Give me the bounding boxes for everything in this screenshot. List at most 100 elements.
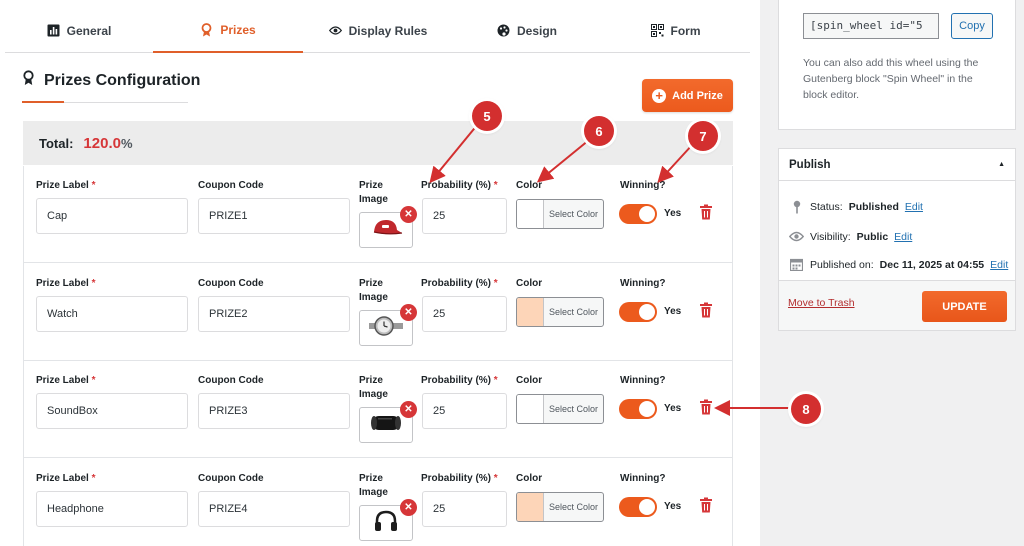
delete-prize-icon[interactable] — [699, 497, 713, 513]
delete-prize-icon[interactable] — [699, 399, 713, 415]
caret-up-icon[interactable]: ▲ — [998, 161, 1005, 168]
winning-yes-label: Yes — [664, 403, 682, 414]
prize-label-input[interactable]: SoundBox — [36, 393, 188, 429]
winning-heading: Winning? — [620, 375, 666, 386]
remove-image-icon[interactable]: ✕ — [400, 499, 417, 516]
winning-yes-label: Yes — [664, 208, 682, 219]
winning-heading: Winning? — [620, 473, 666, 484]
remove-image-icon[interactable]: ✕ — [400, 206, 417, 223]
update-button[interactable]: UPDATE — [922, 291, 1007, 322]
status-value: Published — [848, 200, 899, 213]
annotation-marker-6: 6 — [584, 116, 614, 146]
toggle-knob — [639, 499, 655, 515]
select-color-label: Select Color — [548, 404, 599, 414]
color-picker-button[interactable]: Select Color — [516, 492, 604, 522]
status-edit-link[interactable]: Edit — [905, 201, 923, 213]
winning-toggle[interactable] — [619, 497, 657, 517]
probability-input[interactable]: 25 — [422, 491, 507, 527]
eye-icon — [789, 229, 804, 244]
remove-image-icon[interactable]: ✕ — [400, 304, 417, 321]
add-prize-button[interactable]: + Add Prize — [642, 79, 733, 112]
winning-toggle[interactable] — [619, 399, 657, 419]
toggle-knob — [639, 206, 655, 222]
shortcode-field[interactable]: [spin_wheel id="5 — [803, 13, 939, 39]
prize-row: Prize Label * Cap Coupon Code PRIZE1 Prize I… — [24, 166, 732, 263]
qr-icon — [650, 24, 664, 37]
color-picker-button[interactable]: Select Color — [516, 199, 604, 229]
published-edit-link[interactable]: Edit — [990, 259, 1008, 271]
coupon-code-heading: Coupon Code — [198, 375, 264, 386]
cap-icon — [369, 217, 403, 244]
visibility-value: Public — [856, 230, 889, 243]
copy-button[interactable]: Copy — [951, 13, 993, 39]
coupon-code-heading: Coupon Code — [198, 180, 264, 191]
coupon-code-input[interactable]: PRIZE2 — [198, 296, 350, 332]
visibility-edit-link[interactable]: Edit — [894, 231, 912, 243]
prize-label-heading: Prize Label * — [36, 473, 96, 484]
tab-label: General — [66, 23, 112, 38]
tab-design[interactable]: Design — [453, 8, 601, 53]
color-picker-button[interactable]: Select Color — [516, 394, 604, 424]
color-heading: Color — [516, 473, 543, 484]
published-value: Dec 11, 2025 at 04:55 — [879, 258, 985, 271]
toggle-knob — [639, 304, 655, 320]
coupon-code-input[interactable]: PRIZE1 — [198, 198, 350, 234]
tab-prizes[interactable]: Prizes — [153, 8, 303, 53]
tab-label: Form — [670, 23, 701, 38]
probability-heading: Probability (%) * — [421, 375, 498, 386]
tab-form[interactable]: Form — [601, 8, 750, 53]
prize-label-input[interactable]: Cap — [36, 198, 188, 234]
plus-icon: + — [652, 88, 667, 103]
color-heading: Color — [516, 375, 543, 386]
prize-label-heading: Prize Label * — [36, 180, 96, 191]
select-color-label: Select Color — [548, 307, 599, 317]
total-label: Total: — [39, 135, 74, 151]
headphone-icon — [373, 509, 399, 538]
winning-toggle[interactable] — [619, 204, 657, 224]
prize-label-heading: Prize Label * — [36, 375, 96, 386]
winning-yes-label: Yes — [664, 306, 682, 317]
page-title: Prizes Configuration — [22, 70, 200, 91]
probability-input[interactable]: 25 — [422, 296, 507, 332]
tab-label: Prizes — [220, 22, 256, 37]
award-icon — [22, 70, 35, 91]
pin-icon — [789, 199, 804, 214]
shortcode-box: [spin_wheel id="5 Copy You can also add … — [778, 0, 1016, 130]
total-bar: Total: 120.0 % — [23, 121, 733, 165]
total-value: 120.0 — [83, 134, 121, 152]
coupon-code-heading: Coupon Code — [198, 473, 264, 484]
visibility-line: Visibility: Public Edit — [789, 229, 912, 244]
probability-input[interactable]: 25 — [422, 393, 507, 429]
delete-prize-icon[interactable] — [699, 204, 713, 220]
delete-prize-icon[interactable] — [699, 302, 713, 318]
probability-heading: Probability (%) * — [421, 180, 498, 191]
tab-label: Display Rules — [348, 23, 428, 38]
add-prize-label: Add Prize — [672, 89, 723, 102]
color-heading: Color — [516, 180, 543, 191]
color-swatch — [517, 298, 544, 326]
remove-image-icon[interactable]: ✕ — [400, 401, 417, 418]
publish-header[interactable]: Publish ▲ — [779, 149, 1015, 181]
color-picker-button[interactable]: Select Color — [516, 297, 604, 327]
winning-toggle[interactable] — [619, 302, 657, 322]
probability-heading: Probability (%) * — [421, 278, 498, 289]
prize-row: Prize Label * Headphone Coupon Code PRIZE4 P… — [24, 459, 732, 546]
annotation-marker-5: 5 — [472, 101, 502, 131]
tab-general[interactable]: General — [5, 8, 153, 53]
coupon-code-input[interactable]: PRIZE3 — [198, 393, 350, 429]
prize-image-heading: Prize Image — [359, 278, 388, 303]
prize-label-input[interactable]: Headphone — [36, 491, 188, 527]
prize-label-input[interactable]: Watch — [36, 296, 188, 332]
watch-icon — [369, 314, 403, 343]
main-panel: General Prizes Display Rules Design Form — [0, 0, 760, 546]
published-on-line: Published on: Dec 11, 2025 at 04:55 Edit — [789, 257, 1008, 272]
probability-input[interactable]: 25 — [422, 198, 507, 234]
select-color-label: Select Color — [548, 502, 599, 512]
coupon-code-input[interactable]: PRIZE4 — [198, 491, 350, 527]
select-color-label: Select Color — [548, 209, 599, 219]
tab-display-rules[interactable]: Display Rules — [303, 8, 453, 53]
eye-icon — [328, 24, 342, 37]
move-to-trash-link[interactable]: Move to Trash — [788, 297, 855, 309]
palette-icon — [497, 24, 510, 37]
section-title-text: Prizes Configuration — [44, 71, 201, 89]
